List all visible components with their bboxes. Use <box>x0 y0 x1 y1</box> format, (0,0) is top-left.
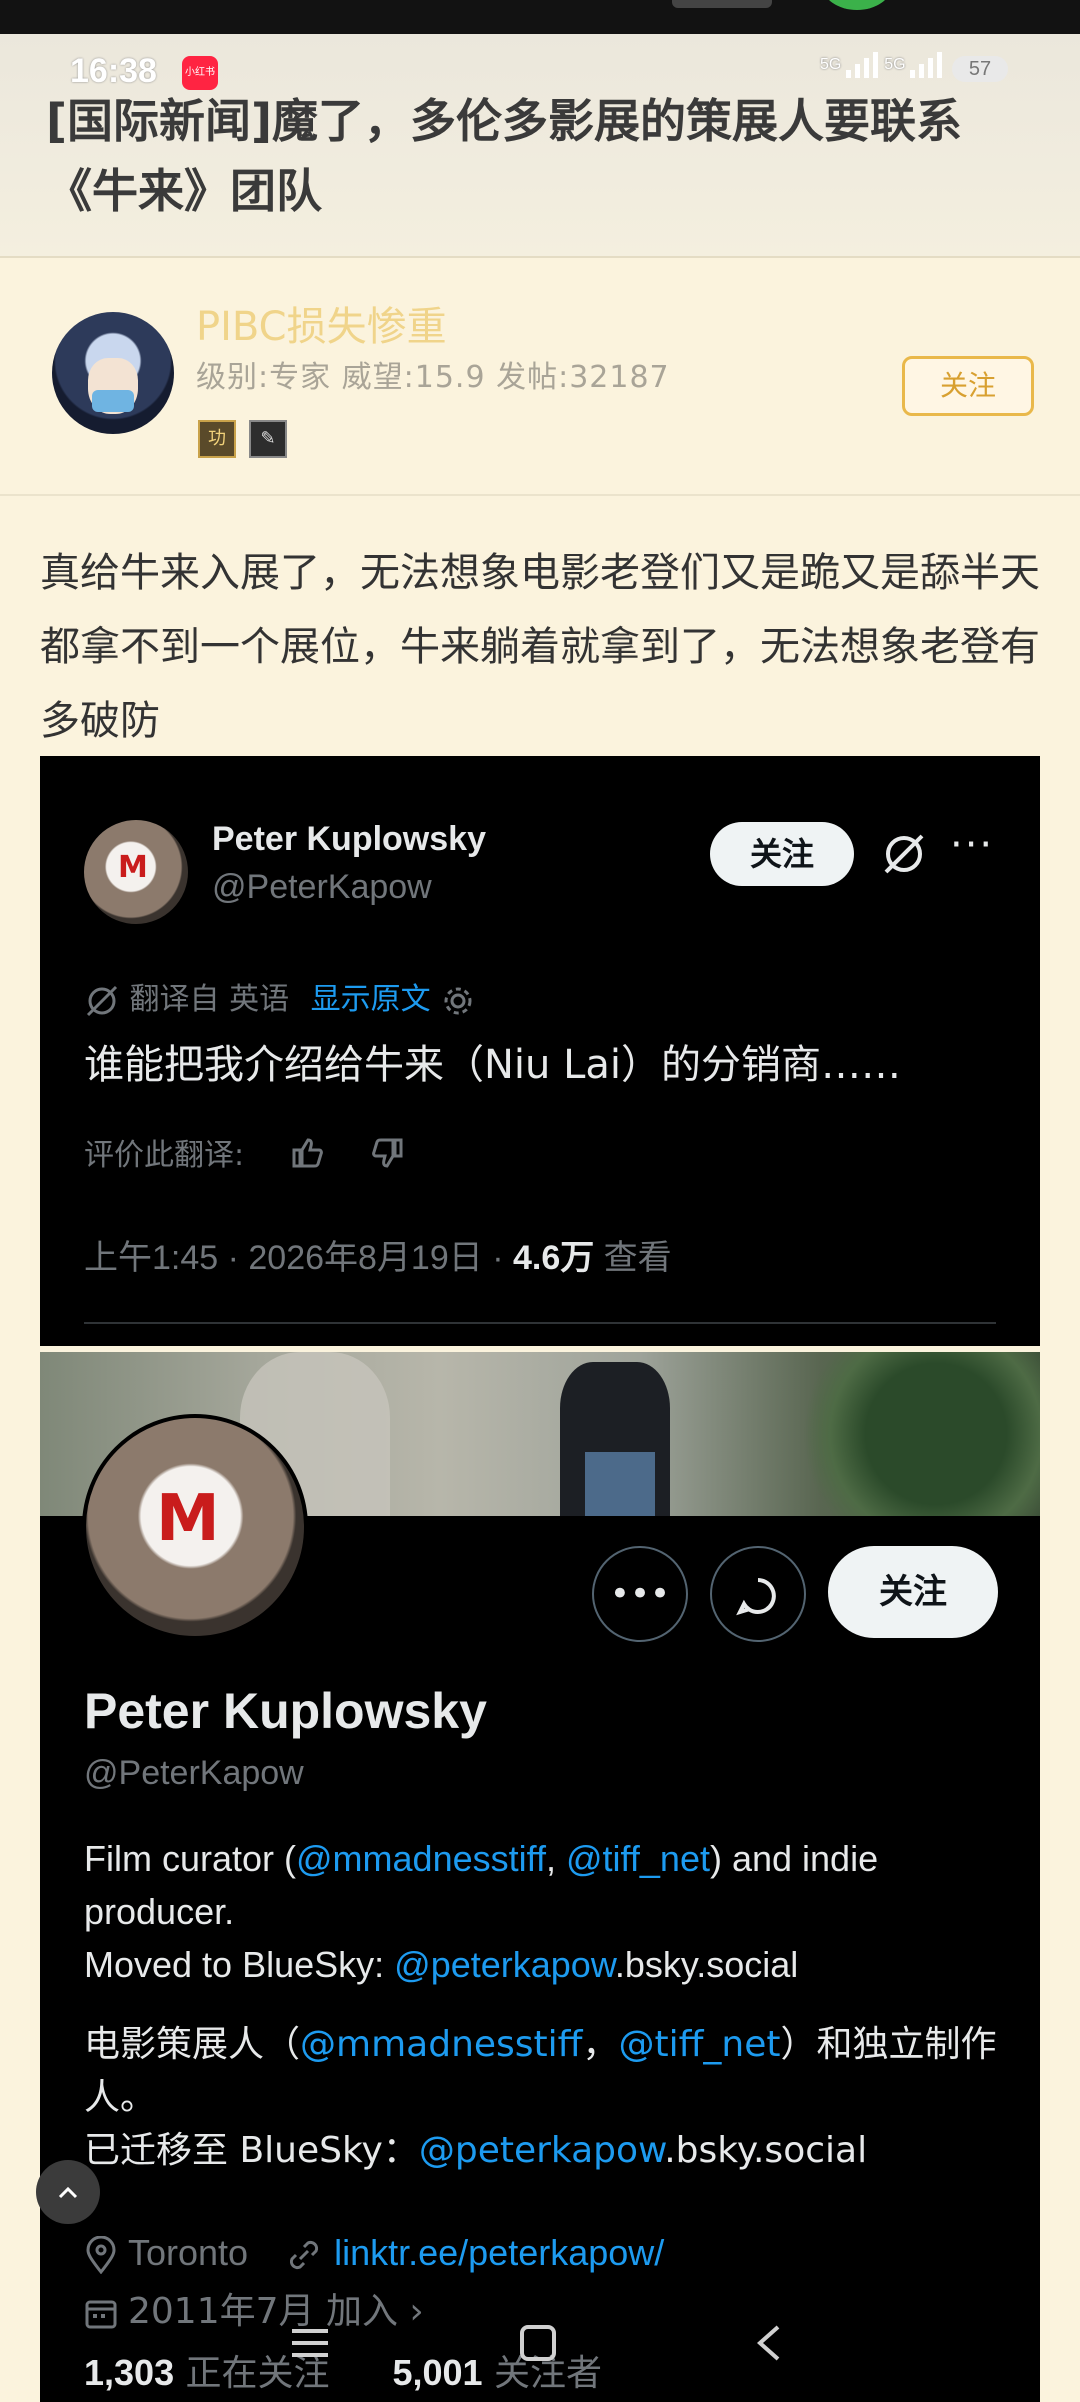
tweet-text: 谁能把我介绍给牛来（Niu Lai）的分销商…… <box>84 1042 902 1088</box>
author-badges: 功 ✎ <box>198 420 295 458</box>
rate-translation: 评价此翻译: <box>84 1130 407 1180</box>
battery-icon: 57 <box>952 56 1008 82</box>
post-body: 真给牛来入展了，无法想象电影老登们又是跪又是舔半天都拿不到一个展位，牛来躺着就拿… <box>40 550 1040 744</box>
banner-tree <box>780 1352 1040 1516</box>
signal-icon-2 <box>910 52 943 78</box>
post-title: [国际新闻]魔了，多伦多影展的策展人要联系《牛来》团队 <box>46 94 963 218</box>
bio-zh-link-2: @tiff_net <box>618 2024 781 2065</box>
author-avatar[interactable] <box>52 312 174 434</box>
tweet-author-handle: @PeterKapow <box>212 868 432 906</box>
post-header: 16:38 小红书 5G 5G 57 [国际新闻]魔了，多伦多影展的策展人要联系… <box>0 34 1080 258</box>
menu-lines-icon <box>292 2329 328 2357</box>
more-icon: ··· <box>950 822 995 868</box>
tweet-follow-button: 关注 <box>710 822 854 886</box>
bio-en-text-4: .bsky.social <box>614 1944 799 1985</box>
profile-handle: @PeterKapow <box>84 1754 304 1792</box>
author-name[interactable]: PIBC损失惨重 <box>196 294 447 352</box>
translated-from-label: 翻译自 英语 <box>129 982 290 1017</box>
recent-apps-button[interactable] <box>288 2320 332 2374</box>
bio-en-text-3: Moved to BlueSky: <box>84 1944 395 1985</box>
show-original-link: 显示原文 <box>310 982 431 1017</box>
back-chevron-icon <box>756 2325 780 2361</box>
profile-screenshot: M ••• 关注 Peter Kuplowsky @PeterKapow Fil… <box>40 1352 1040 2402</box>
top-strip <box>0 0 1080 34</box>
bio-en-link-1: @mmadnesstiff <box>296 1838 546 1879</box>
tweet-meta: 上午1:45 · 2026年8月19日 · 4.6万 查看 <box>84 1230 672 1279</box>
profile-website-link: linktr.ee/peterkapow/ <box>334 2232 665 2273</box>
tweet-views-count: 4.6万 <box>512 1239 595 1277</box>
tweet-avatar: M <box>84 820 188 924</box>
settings-gear-icon <box>444 987 472 1014</box>
avatar-mask <box>92 390 134 412</box>
bio-zh-text-3: 已迁移至 BlueSky： <box>84 2130 419 2171</box>
profile-follow-button: 关注 <box>828 1546 998 1638</box>
profile-bio-zh: 电影策展人（@mmadnesstiff，@tiff_net）和独立制作人。 已迁… <box>84 2018 1014 2177</box>
home-button[interactable] <box>518 2320 558 2374</box>
location-pin-icon <box>86 2235 116 2275</box>
tweet-screenshot: M Peter Kuplowsky @PeterKapow 关注 ··· 翻译自… <box>40 756 1040 1346</box>
bio-zh-text-4: .bsky.social <box>664 2130 868 2171</box>
back-button[interactable] <box>752 2320 786 2374</box>
bio-en-link-2: @tiff_net <box>566 1838 710 1879</box>
rate-label: 评价此翻译: <box>84 1138 245 1173</box>
top-green-indicator <box>822 0 892 10</box>
helmet-m-glyph-large: M <box>156 1482 220 1556</box>
bio-zh-text-1: 电影策展人（ <box>84 2024 301 2065</box>
bio-en-link-3: @peterkapow <box>394 1944 615 1985</box>
signal-indicators: 5G 5G <box>820 52 944 78</box>
message-icon <box>710 1546 806 1642</box>
network-label-1: 5G <box>820 56 842 74</box>
tweet-author-name: Peter Kuplowsky <box>212 820 486 858</box>
thumbs-down-icon <box>369 1134 407 1180</box>
home-square-icon <box>520 2325 556 2361</box>
system-nav-bar <box>0 2302 1080 2402</box>
top-pill <box>672 0 772 8</box>
app-notification-icon: 小红书 <box>182 56 218 90</box>
profile-avatar: M <box>82 1414 308 1640</box>
author-card: PIBC损失惨重 级别:专家 威望:15.9 发帖:32187 功 ✎ 关注 <box>0 258 1080 496</box>
scroll-to-top-button[interactable] <box>36 2160 100 2224</box>
bio-en-text-1: Film curator ( <box>84 1838 297 1879</box>
chat-bubble-icon <box>736 1577 776 1615</box>
translate-icon <box>86 985 118 1016</box>
author-meta: 级别:专家 威望:15.9 发帖:32187 <box>196 360 670 395</box>
more-options-icon: ••• <box>592 1546 688 1642</box>
profile-bio-en: Film curator (@mmadnesstiff, @tiff_net) … <box>84 1832 1014 1991</box>
translation-bar: 翻译自 英语 显示原文 <box>84 974 476 1019</box>
link-icon <box>290 2241 319 2270</box>
network-label-2: 5G <box>884 56 906 74</box>
bio-zh-link-1: @mmadnesstiff <box>300 2024 583 2065</box>
profile-name: Peter Kuplowsky <box>84 1683 487 1739</box>
grok-icon <box>884 834 924 874</box>
bio-zh-sep: ， <box>582 2024 619 2065</box>
tweet-timestamp: 上午1:45 · 2026年8月19日 · <box>84 1239 513 1277</box>
medal-badge-icon: 功 <box>198 420 236 458</box>
signal-icon <box>845 52 878 78</box>
tweet-views-label: 查看 <box>594 1239 672 1277</box>
chevron-up-icon <box>58 2186 78 2198</box>
bio-zh-link-3: @peterkapow <box>418 2130 665 2171</box>
profile-location: Toronto <box>128 2232 249 2273</box>
helmet-m-glyph: M <box>118 850 148 885</box>
bio-en-sep: , <box>545 1838 566 1879</box>
follow-button[interactable]: 关注 <box>902 356 1034 416</box>
banner-figure-jeans <box>585 1452 655 1516</box>
divider <box>84 1322 996 1324</box>
thumbs-up-icon <box>288 1134 326 1180</box>
profile-location-row: Toronto linktr.ee/peterkapow/ <box>84 2232 665 2275</box>
pen-badge-icon: ✎ <box>249 420 288 458</box>
